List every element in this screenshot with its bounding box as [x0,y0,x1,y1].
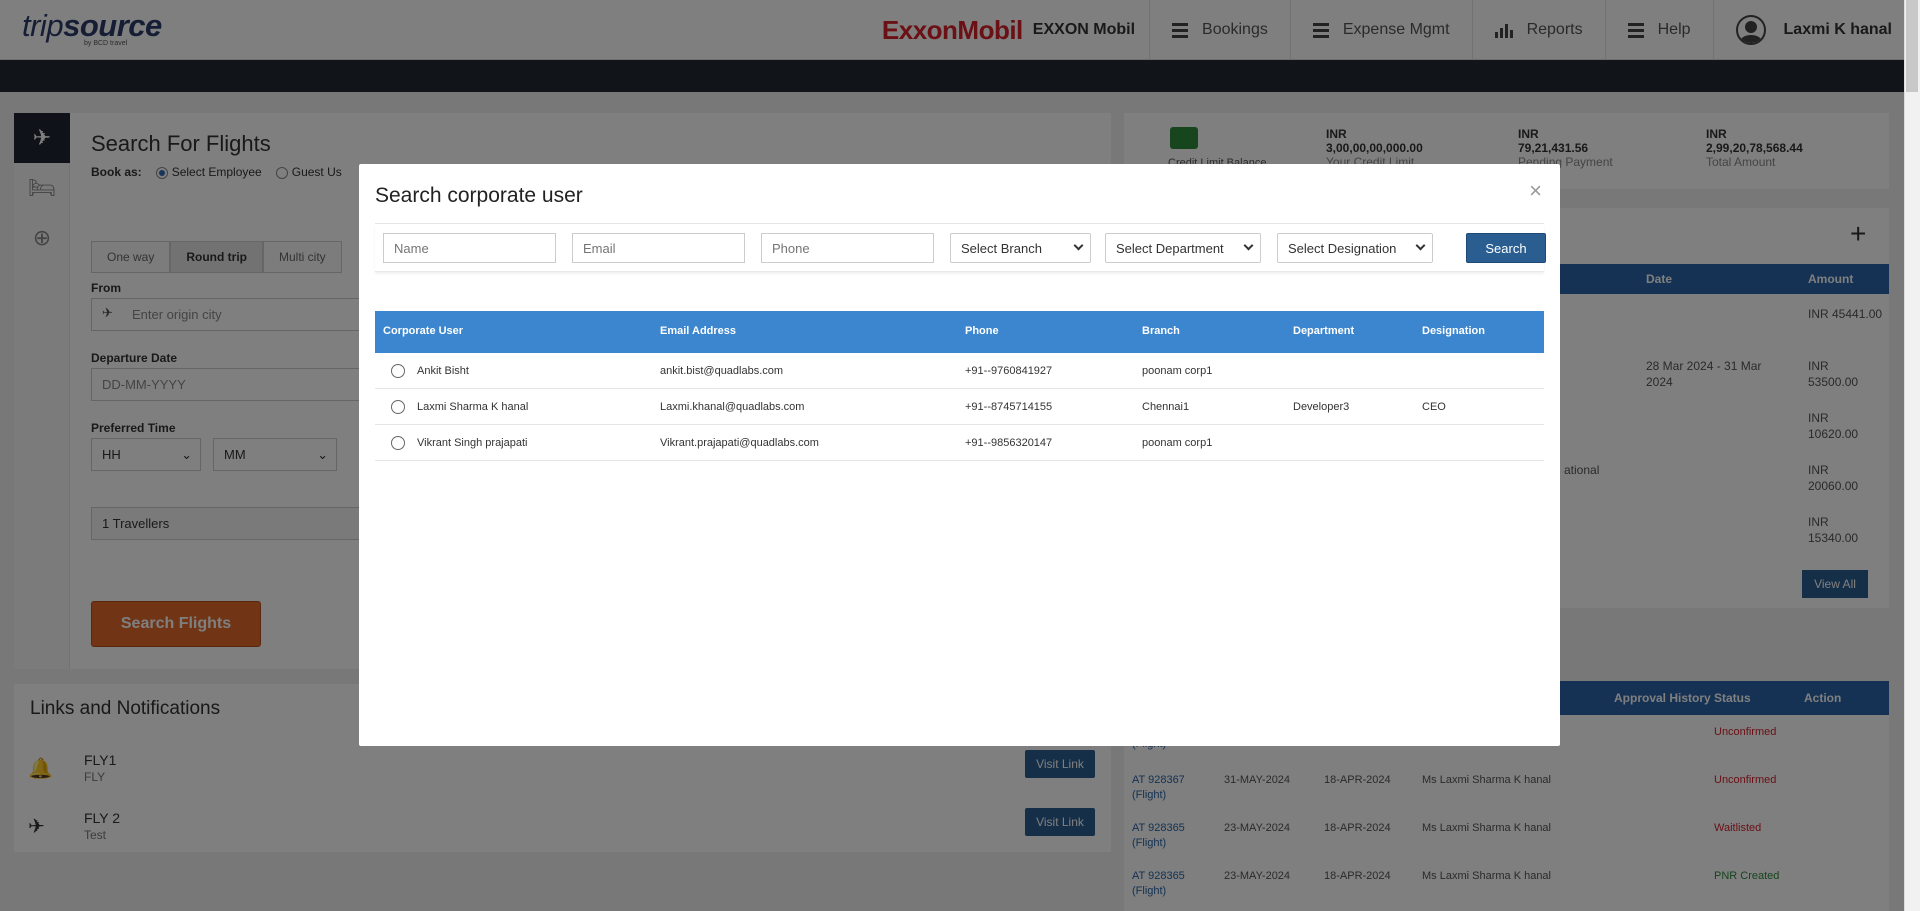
close-icon[interactable]: × [1529,178,1542,204]
select-user-radio[interactable] [391,400,405,414]
table-row[interactable]: Vikrant Singh prajapati Vikrant.prajapat… [375,425,1544,461]
page-scrollbar[interactable] [1904,0,1920,911]
search-button[interactable]: Search [1466,233,1546,263]
department-select[interactable]: Select Department [1105,233,1261,263]
search-corporate-user-modal: Search corporate user × Select Branch Se… [359,164,1560,746]
filter-bar: Select Branch Select Department Select D… [375,224,1546,272]
select-user-radio[interactable] [391,436,405,450]
chevron-down-icon [1243,240,1254,251]
designation-select[interactable]: Select Designation [1277,233,1433,263]
phone-input[interactable] [761,233,934,263]
email-input[interactable] [572,233,745,263]
table-row[interactable]: Ankit Bisht ankit.bist@quadlabs.com +91-… [375,353,1544,389]
chevron-down-icon [1073,240,1084,251]
modal-title: Search corporate user [375,184,583,207]
name-input[interactable] [383,233,556,263]
table-row[interactable]: Laxmi Sharma K hanal Laxmi.khanal@quadla… [375,389,1544,425]
branch-select[interactable]: Select Branch [950,233,1091,263]
table-header: Corporate User Email Address Phone Branc… [375,311,1544,353]
corporate-users-table: Corporate User Email Address Phone Branc… [375,311,1544,461]
select-user-radio[interactable] [391,364,405,378]
chevron-down-icon [1415,240,1426,251]
